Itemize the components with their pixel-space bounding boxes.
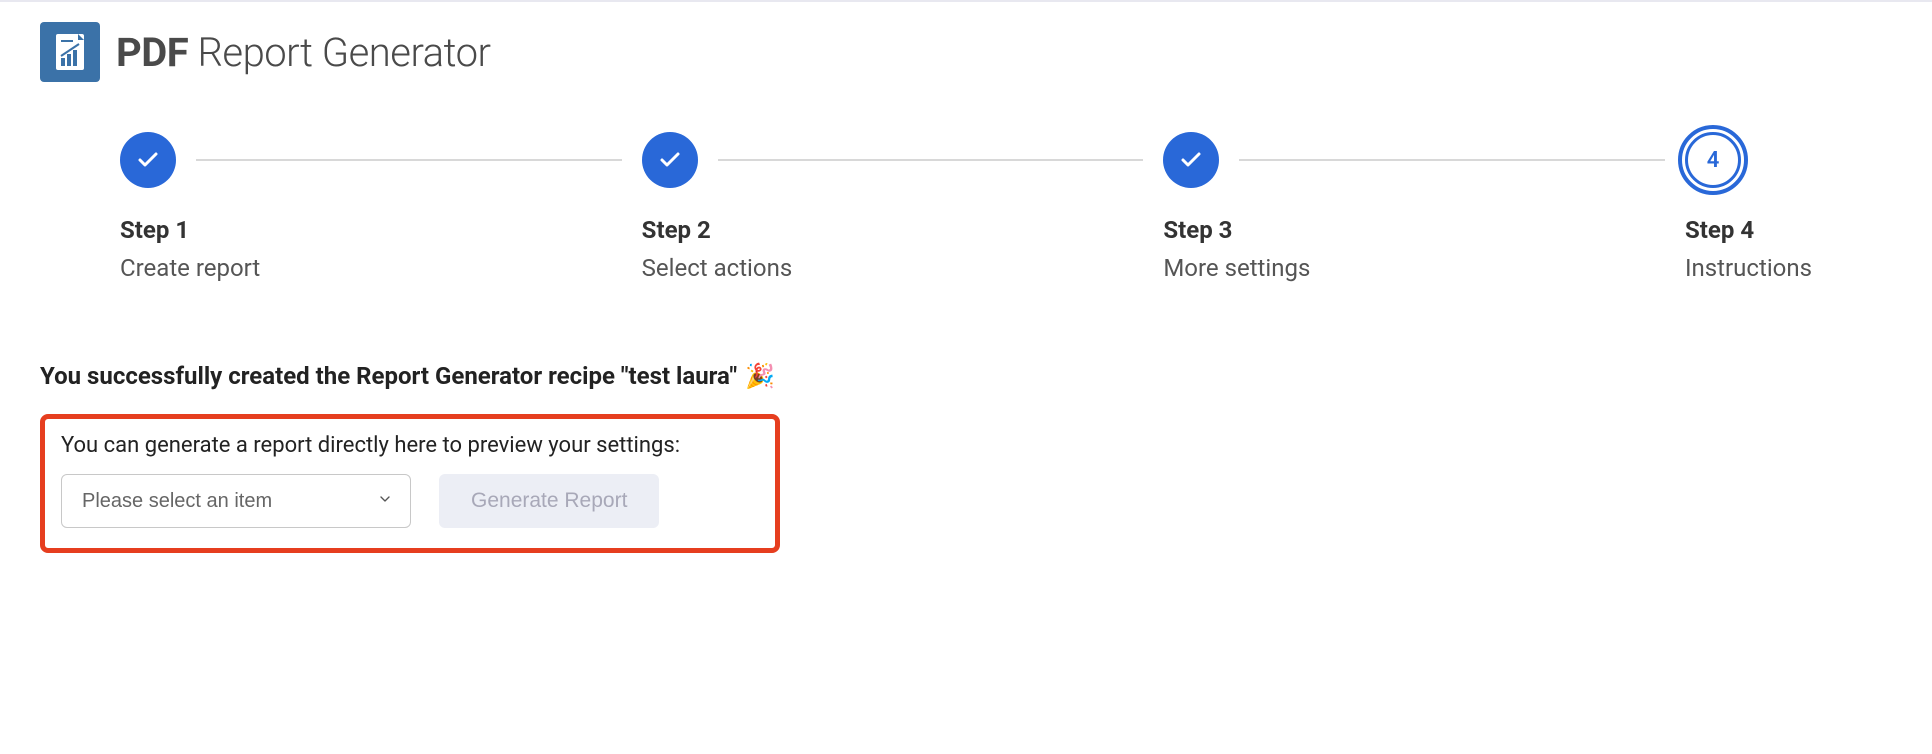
step-4-circle: 4 <box>1685 132 1741 188</box>
step-1-title: Step 1 <box>120 216 260 244</box>
step-connector <box>196 159 622 161</box>
step-4-desc: Instructions <box>1685 254 1812 282</box>
preview-instruction: You can generate a report directly here … <box>61 433 759 458</box>
preview-highlight-box: You can generate a report directly here … <box>40 414 780 553</box>
page-title-rest: Report Generator <box>188 29 490 76</box>
step-1-circle <box>120 132 176 188</box>
step-2-circle <box>642 132 698 188</box>
app-logo-icon <box>40 22 100 82</box>
step-3-circle <box>1163 132 1219 188</box>
step-3-desc: More settings <box>1163 254 1310 282</box>
page-header: PDF Report Generator <box>40 22 1892 82</box>
page-title: PDF Report Generator <box>116 29 491 76</box>
item-select-wrap: Please select an item <box>61 474 411 528</box>
step-2-title: Step 2 <box>642 216 793 244</box>
step-connector <box>1239 159 1665 161</box>
step-2-desc: Select actions <box>642 254 793 282</box>
celebration-icon: 🎉 <box>745 362 775 390</box>
success-message: You successfully created the Report Gene… <box>40 362 1892 390</box>
step-4[interactable]: 4 Step 4 Instructions <box>1685 132 1812 282</box>
step-1[interactable]: Step 1 Create report <box>120 132 642 282</box>
step-2[interactable]: Step 2 Select actions <box>642 132 1164 282</box>
wizard-stepper: Step 1 Create report Step 2 Select actio… <box>120 132 1812 282</box>
item-select[interactable]: Please select an item <box>61 474 411 528</box>
success-text: You successfully created the Report Gene… <box>40 362 737 390</box>
generate-report-button[interactable]: Generate Report <box>439 474 659 528</box>
step-4-number: 4 <box>1707 148 1720 173</box>
step-connector <box>718 159 1144 161</box>
check-icon <box>1179 148 1203 172</box>
step-3[interactable]: Step 3 More settings <box>1163 132 1685 282</box>
step-1-desc: Create report <box>120 254 260 282</box>
step-4-title: Step 4 <box>1685 216 1812 244</box>
item-select-placeholder: Please select an item <box>82 490 272 513</box>
check-icon <box>658 148 682 172</box>
content-area: You successfully created the Report Gene… <box>40 362 1892 553</box>
step-3-title: Step 3 <box>1163 216 1310 244</box>
page-title-bold: PDF <box>116 29 188 76</box>
check-icon <box>136 148 160 172</box>
